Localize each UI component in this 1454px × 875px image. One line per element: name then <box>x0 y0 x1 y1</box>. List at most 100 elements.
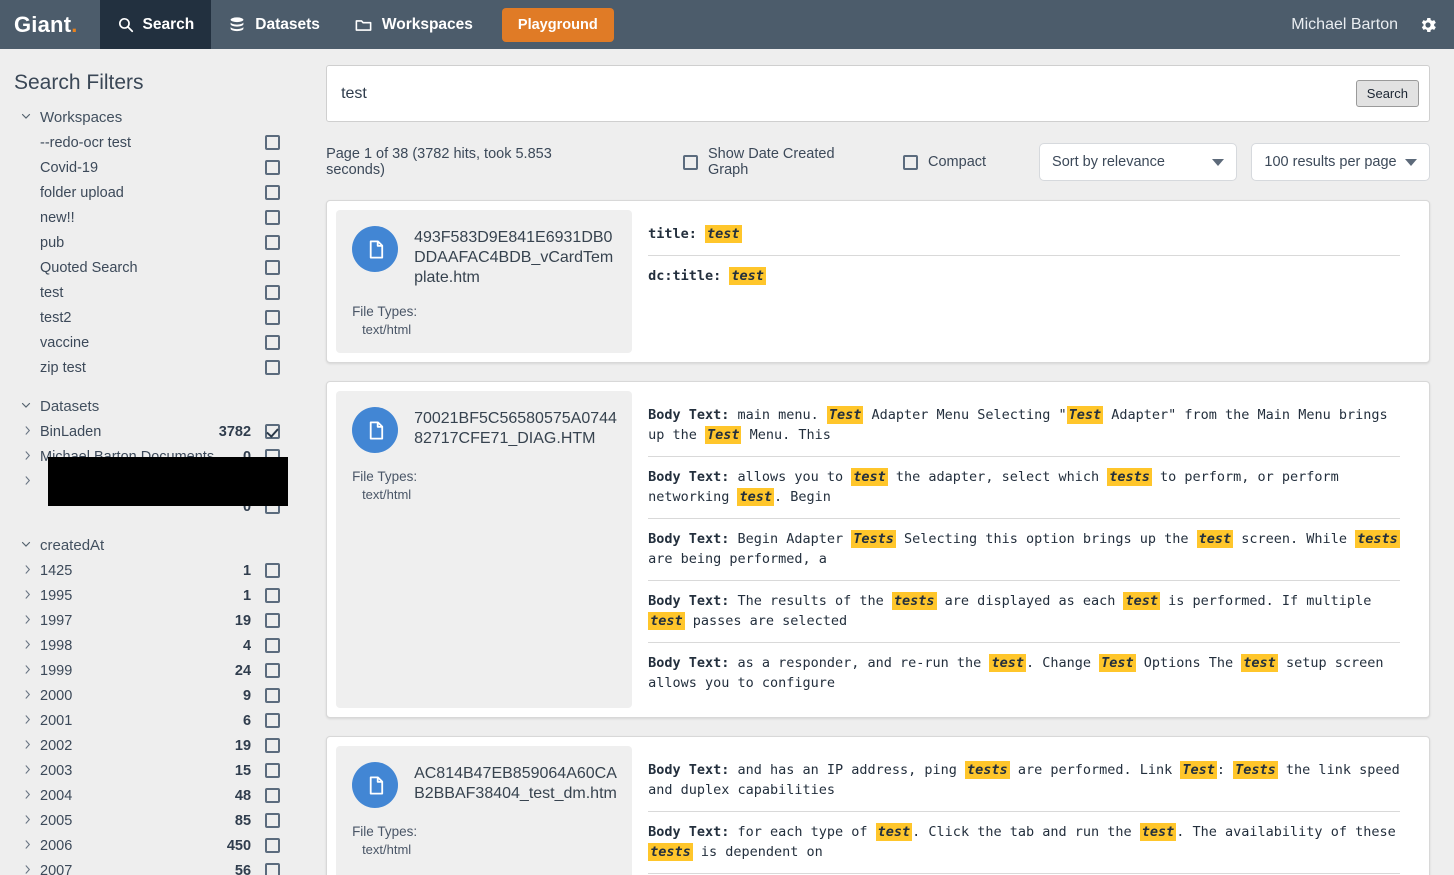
results-per-page-select[interactable]: 100 results per page <box>1251 143 1430 181</box>
result-file-row: 70021BF5C56580575A074482717CFE71_DIAG.HT… <box>352 407 618 453</box>
chevron-right-icon[interactable] <box>22 663 36 679</box>
filter-row[interactable]: new!! <box>14 205 280 230</box>
filter-row-checkbox[interactable] <box>265 563 280 578</box>
chevron-right-icon[interactable] <box>22 838 36 854</box>
filter-group-label: Workspaces <box>40 109 122 126</box>
filter-row[interactable]: Quoted Search <box>14 255 280 280</box>
filter-row[interactable]: 200219 <box>14 733 280 758</box>
filter-row-checkbox[interactable] <box>265 260 280 275</box>
filter-row-checkbox[interactable] <box>265 424 280 439</box>
chevron-right-icon[interactable] <box>22 638 36 654</box>
filter-row-checkbox[interactable] <box>265 638 280 653</box>
filter-row-checkbox[interactable] <box>265 613 280 628</box>
filter-row[interactable]: 199924 <box>14 658 280 683</box>
result-filename[interactable]: 493F583D9E841E6931DB0DDAAFAC4BDB_vCardTe… <box>414 226 618 288</box>
result-filename[interactable]: 70021BF5C56580575A074482717CFE71_DIAG.HT… <box>414 407 618 453</box>
brand-logo[interactable]: Giant. <box>0 0 100 49</box>
result-card[interactable]: 70021BF5C56580575A074482717CFE71_DIAG.HT… <box>326 381 1430 718</box>
gear-icon[interactable] <box>1418 15 1438 35</box>
filter-row-checkbox[interactable] <box>265 210 280 225</box>
show-date-created-graph-checkbox[interactable] <box>683 155 698 170</box>
filter-row-checkbox[interactable] <box>265 663 280 678</box>
nav-tab-workspaces[interactable]: Workspaces <box>337 0 490 49</box>
chevron-right-icon[interactable] <box>22 563 36 579</box>
filter-row[interactable]: Covid-19 <box>14 155 280 180</box>
filter-row[interactable]: BinLaden3782 <box>14 419 280 444</box>
filter-row[interactable]: zip test <box>14 355 280 380</box>
chevron-right-icon[interactable] <box>22 713 36 729</box>
chevron-down-icon <box>20 109 32 126</box>
chevron-right-icon[interactable] <box>22 863 36 875</box>
nav-tab-datasets[interactable]: Datasets <box>211 0 337 49</box>
filter-row-checkbox[interactable] <box>265 763 280 778</box>
filter-row[interactable]: 200585 <box>14 808 280 833</box>
filter-row[interactable]: test2 <box>14 305 280 330</box>
filter-row[interactable]: 14251 <box>14 558 280 583</box>
chevron-right-icon[interactable] <box>22 788 36 804</box>
filter-row[interactable]: --redo-ocr test <box>14 130 280 155</box>
chevron-right-icon[interactable] <box>22 813 36 829</box>
filter-row-checkbox[interactable] <box>265 335 280 350</box>
result-file-row: AC814B47EB859064A60CAB2BBAF38404_test_dm… <box>352 762 618 808</box>
sort-select[interactable]: Sort by relevance <box>1039 143 1237 181</box>
filter-row-checkbox[interactable] <box>265 738 280 753</box>
filter-row-checkbox[interactable] <box>265 160 280 175</box>
filter-row-checkbox[interactable] <box>265 185 280 200</box>
filter-row[interactable]: 19951 <box>14 583 280 608</box>
chevron-right-icon[interactable] <box>22 474 36 490</box>
chevron-right-icon[interactable] <box>22 688 36 704</box>
filter-row[interactable]: 200756 <box>14 858 280 875</box>
filter-row-checkbox[interactable] <box>265 285 280 300</box>
compact-checkbox[interactable] <box>903 155 918 170</box>
nav-tab-search[interactable]: Search <box>100 0 212 49</box>
chevron-right-icon[interactable] <box>22 763 36 779</box>
chevron-right-icon[interactable] <box>22 738 36 754</box>
filter-row-checkbox[interactable] <box>265 813 280 828</box>
playground-button[interactable]: Playground <box>502 8 614 42</box>
filter-row[interactable]: vaccine <box>14 330 280 355</box>
snippet-text: are being performed, a <box>648 551 827 567</box>
filter-row[interactable]: 200448 <box>14 783 280 808</box>
chevron-right-icon[interactable] <box>22 424 36 440</box>
filter-row[interactable]: 199719 <box>14 608 280 633</box>
filter-row-checkbox[interactable] <box>265 235 280 250</box>
redaction-overlay <box>48 457 288 506</box>
search-submit-button[interactable]: Search <box>1356 80 1419 107</box>
filter-row-checkbox[interactable] <box>265 360 280 375</box>
filter-row-checkbox[interactable] <box>265 713 280 728</box>
filter-row-label: 2007 <box>40 863 235 875</box>
filter-row-checkbox[interactable] <box>265 838 280 853</box>
filter-row-checkbox[interactable] <box>265 135 280 150</box>
filter-row[interactable]: folder upload <box>14 180 280 205</box>
filter-row[interactable]: 20009 <box>14 683 280 708</box>
filter-group-header-createdat[interactable]: createdAt <box>14 533 280 558</box>
filter-row-checkbox[interactable] <box>265 863 280 875</box>
filter-row[interactable]: 0 <box>14 469 280 494</box>
snippet-text: The results of the <box>729 593 892 609</box>
show-date-created-graph-toggle[interactable]: Show Date Created Graph <box>683 146 877 178</box>
chevron-right-icon[interactable] <box>22 449 36 465</box>
filter-row[interactable]: pub <box>14 230 280 255</box>
search-input[interactable] <box>341 85 1356 103</box>
result-card-meta: 70021BF5C56580575A074482717CFE71_DIAG.HT… <box>336 391 632 708</box>
filter-row-checkbox[interactable] <box>265 788 280 803</box>
filter-group-header-workspaces[interactable]: Workspaces <box>14 105 280 130</box>
filter-row[interactable]: test <box>14 280 280 305</box>
filter-row-checkbox[interactable] <box>265 588 280 603</box>
chevron-right-icon[interactable] <box>22 613 36 629</box>
filter-row-checkbox[interactable] <box>265 688 280 703</box>
result-card[interactable]: 493F583D9E841E6931DB0DDAAFAC4BDB_vCardTe… <box>326 200 1430 363</box>
filter-group-header-datasets[interactable]: Datasets <box>14 394 280 419</box>
compact-toggle[interactable]: Compact <box>903 154 986 170</box>
result-card[interactable]: AC814B47EB859064A60CAB2BBAF38404_test_dm… <box>326 736 1430 875</box>
filter-row[interactable]: 200315 <box>14 758 280 783</box>
result-filename[interactable]: AC814B47EB859064A60CAB2BBAF38404_test_dm… <box>414 762 618 808</box>
filter-row[interactable]: 20016 <box>14 708 280 733</box>
chevron-right-icon[interactable] <box>22 588 36 604</box>
user-name[interactable]: Michael Barton <box>1291 16 1398 34</box>
filter-row[interactable]: 19984 <box>14 633 280 658</box>
search-bar[interactable]: Search <box>326 65 1430 122</box>
filter-row-checkbox[interactable] <box>265 310 280 325</box>
filter-row[interactable]: 2006450 <box>14 833 280 858</box>
file-types-label: File Types: <box>352 469 417 484</box>
